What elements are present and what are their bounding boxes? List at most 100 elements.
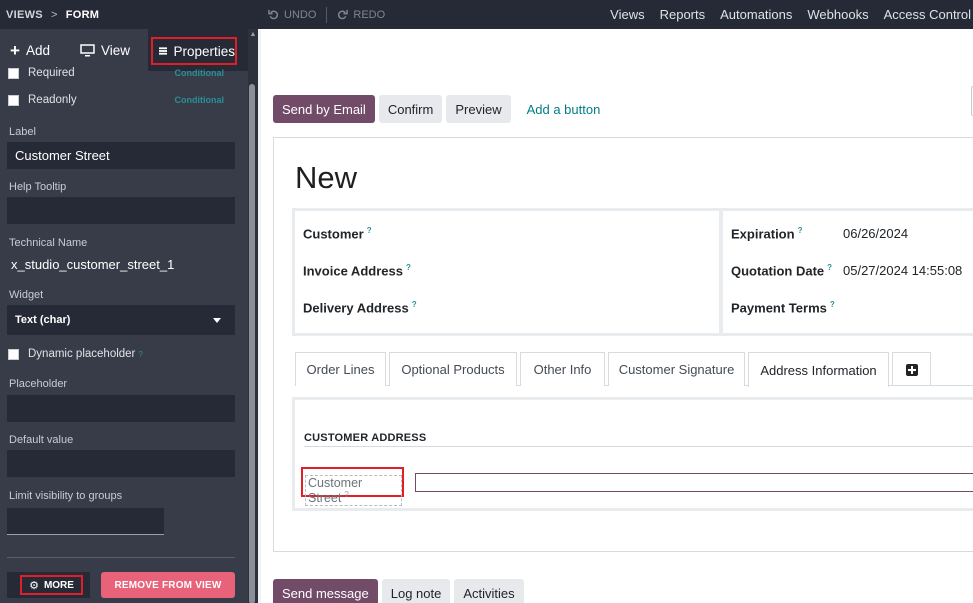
required-option[interactable]: Required Conditional <box>8 67 238 79</box>
notebook-tabs: Order Lines Optional Products Other Info… <box>295 352 973 387</box>
customer-street-label[interactable]: Customer Street? <box>305 475 402 507</box>
help-icon: ? <box>138 349 143 359</box>
help-icon: ? <box>405 263 411 272</box>
nav-automations[interactable]: Automations <box>720 7 792 22</box>
customer-address-title: CUSTOMER ADDRESS <box>304 432 427 444</box>
tab-address-information[interactable]: Address Information <box>748 352 889 387</box>
tab-view[interactable]: View <box>70 29 140 71</box>
invoice-address-label-text: Invoice Address <box>303 263 403 279</box>
help-icon: ? <box>797 226 803 235</box>
expiration-label-text: Expiration <box>731 226 795 242</box>
required-conditional-link[interactable]: Conditional <box>175 68 225 78</box>
breadcrumb: VIEWS > FORM <box>6 0 99 29</box>
field-delivery-address-label[interactable]: Delivery Address? <box>303 300 417 315</box>
redo-label: REDO <box>353 8 386 21</box>
nav-views[interactable]: Views <box>610 7 644 22</box>
default-value-title: Default value <box>9 434 74 446</box>
redo-icon <box>338 9 349 20</box>
tab-properties[interactable]: Properties <box>148 29 248 71</box>
widget-select[interactable]: Text (char) <box>7 305 235 335</box>
preview-button[interactable]: Preview <box>446 95 511 123</box>
record-title: New <box>295 160 358 195</box>
readonly-checkbox[interactable] <box>8 94 19 106</box>
dynamic-placeholder-option[interactable]: Dynamic placeholder ? <box>8 346 238 362</box>
form-preview: Send by Email Confirm Preview Add a butt… <box>258 29 973 603</box>
tab-other-info[interactable]: Other Info <box>520 352 605 386</box>
remove-from-view-button[interactable]: REMOVE FROM VIEW <box>101 572 235 598</box>
field-payment-terms-label[interactable]: Payment Terms? <box>731 300 835 315</box>
caret-down-icon <box>213 318 221 323</box>
groups-input[interactable] <box>7 508 164 535</box>
technical-name-value[interactable]: x_studio_customer_street_1 <box>11 257 174 272</box>
plus-square-icon <box>905 363 918 376</box>
tab-add-label: Add <box>25 42 50 58</box>
section-divider <box>304 446 973 447</box>
monitor-icon <box>80 43 95 56</box>
help-icon: ? <box>411 300 417 309</box>
add-tab-button[interactable] <box>892 352 931 386</box>
sidebar-divider <box>7 557 235 558</box>
tab-customer-signature[interactable]: Customer Signature <box>608 352 745 386</box>
form-header-buttons: Send by Email Confirm Preview Add a butt… <box>273 94 612 124</box>
confirm-button[interactable]: Confirm <box>378 95 443 123</box>
more-button[interactable]: ⚙ MORE <box>7 572 90 598</box>
tooltip-input[interactable] <box>7 197 235 224</box>
log-note-button[interactable]: Log note <box>381 579 451 603</box>
customer-street-highlight: Customer Street? <box>301 467 404 507</box>
field-expiration-label[interactable]: Expiration? <box>731 226 802 241</box>
tab-add[interactable]: + Add <box>0 29 60 71</box>
field-quotation-date-label[interactable]: Quotation Date? <box>731 263 832 278</box>
tooltip-title: Help Tooltip <box>9 181 67 193</box>
left-field-group[interactable]: Customer? Invoice Address? Delivery Addr… <box>292 208 722 336</box>
scroll-up-icon[interactable]: ▲ <box>248 31 258 38</box>
field-quotation-date-value[interactable]: 05/27/2024 14:55:08 <box>843 263 962 278</box>
placeholder-input[interactable] <box>7 395 235 422</box>
widget-select-value: Text (char) <box>15 314 71 326</box>
dynamic-placeholder-checkbox[interactable] <box>8 348 19 360</box>
readonly-label: Readonly <box>28 94 77 106</box>
nav-reports[interactable]: Reports <box>660 7 706 22</box>
sidebar-scrollbar-thumb[interactable] <box>249 84 255 603</box>
chatter-buttons: Send message Log note Activities <box>273 579 524 603</box>
required-checkbox[interactable] <box>8 67 19 79</box>
help-icon: ? <box>829 300 835 309</box>
send-message-button[interactable]: Send message <box>273 579 378 603</box>
help-icon: ? <box>366 226 372 235</box>
divider <box>326 6 328 23</box>
readonly-option[interactable]: Readonly Conditional <box>8 92 238 108</box>
more-button-highlight: ⚙ MORE <box>20 575 83 595</box>
more-label: MORE <box>43 579 74 591</box>
nav-access-control[interactable]: Access Control <box>884 7 971 22</box>
readonly-conditional-link[interactable]: Conditional <box>175 95 225 105</box>
tab-order-lines[interactable]: Order Lines <box>295 352 386 386</box>
undo-redo-group: UNDO REDO <box>268 0 385 29</box>
tab-properties-label: Properties <box>173 43 235 59</box>
field-invoice-address-label[interactable]: Invoice Address? <box>303 263 411 278</box>
required-label: Required <box>28 67 75 79</box>
address-group[interactable]: CUSTOMER ADDRESS Customer Street? <box>292 397 973 511</box>
right-field-group[interactable]: Expiration? 06/26/2024 Quotation Date? 0… <box>720 208 973 336</box>
label-title: Label <box>9 126 36 138</box>
customer-street-label-text: Customer Street <box>308 476 363 506</box>
breadcrumb-views[interactable]: VIEWS <box>6 9 43 21</box>
nav-webhooks[interactable]: Webhooks <box>807 7 868 22</box>
field-customer-label[interactable]: Customer? <box>303 226 372 241</box>
field-expiration-value[interactable]: 06/26/2024 <box>843 226 908 241</box>
undo-icon <box>268 9 279 20</box>
plus-icon: + <box>10 40 20 60</box>
default-value-input[interactable] <box>7 450 235 477</box>
form-sheet: New Customer? Invoice Address? Delivery … <box>273 137 973 552</box>
breadcrumb-form: FORM <box>65 8 100 21</box>
delivery-address-label-text: Delivery Address <box>303 300 409 316</box>
help-icon: ? <box>344 490 349 499</box>
add-a-button-link[interactable]: Add a button <box>515 95 613 123</box>
customer-street-input[interactable] <box>415 473 973 492</box>
send-by-email-button[interactable]: Send by Email <box>273 95 375 123</box>
help-icon: ? <box>827 263 833 272</box>
activities-button[interactable]: Activities <box>454 579 524 603</box>
undo-label: UNDO <box>284 8 317 21</box>
label-input[interactable]: Customer Street <box>7 142 235 169</box>
undo-button[interactable]: UNDO <box>268 9 316 21</box>
tab-optional-products[interactable]: Optional Products <box>389 352 517 386</box>
redo-button[interactable]: REDO <box>337 9 385 21</box>
